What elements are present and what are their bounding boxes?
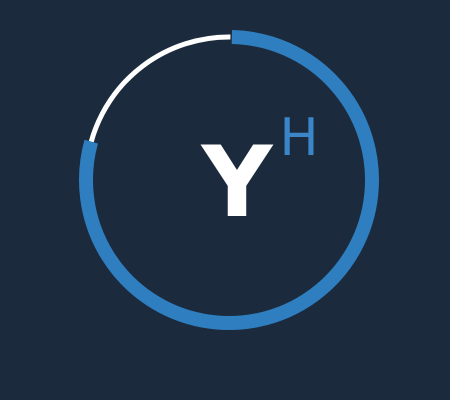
logo-letter: Y [201,126,273,240]
logo-superscript: H [279,108,319,168]
logo-screen: Y H [0,0,450,400]
